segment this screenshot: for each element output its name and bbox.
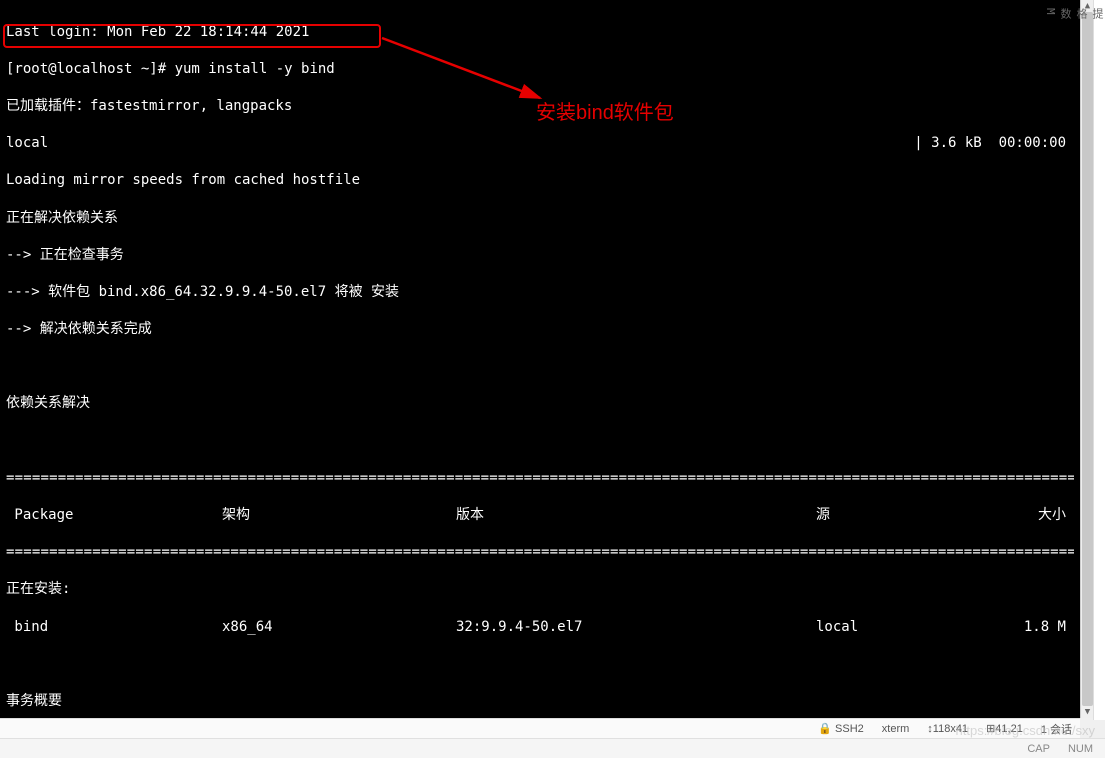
header-package: Package [6, 506, 222, 525]
right-sidebar: 提 格 数 M [1093, 0, 1105, 720]
num-indicator: NUM [1068, 743, 1093, 755]
blank-line [6, 357, 1074, 376]
sidebar-char: M [1044, 0, 1057, 720]
row-arch: x86_64 [222, 618, 456, 637]
dep-resolving-line: 正在解决依赖关系 [6, 209, 1074, 228]
repo-name: local [6, 134, 48, 153]
row-repo: local [816, 618, 1014, 637]
separator: ========================================… [6, 543, 1074, 562]
dep-resolved-line: 依赖关系解决 [6, 394, 1074, 413]
repo-status-line: local| 3.6 kB 00:00:00 [6, 134, 1074, 153]
row-package: bind [6, 618, 222, 637]
status-term: xterm [882, 723, 910, 735]
command-line: [root@localhost ~]# yum install -y bind [6, 60, 1074, 79]
status-pos: ⊞ 41,21 [986, 722, 1023, 735]
status-size: ↕ 118x41 [927, 723, 968, 735]
cap-indicator: CAP [1027, 743, 1050, 755]
terminal-output[interactable]: Last login: Mon Feb 22 18:14:44 2021 [ro… [0, 0, 1080, 720]
table-header: Package架构版本源大小 [6, 506, 1074, 525]
status-sessions: 1 会话 [1041, 721, 1072, 737]
row-version: 32:9.9.4-50.el7 [456, 618, 816, 637]
plugins-line: 已加载插件：fastestmirror, langpacks [6, 97, 1074, 116]
header-arch: 架构 [222, 506, 456, 525]
sidebar-char: 数 [1057, 0, 1073, 720]
last-login-line: Last login: Mon Feb 22 18:14:44 2021 [6, 23, 1074, 42]
status-bar: 🔒SSH2 xterm ↕ 118x41 ⊞ 41,21 1 会话 [0, 718, 1080, 738]
summary-label: 事务概要 [6, 692, 1074, 711]
mirror-line: Loading mirror speeds from cached hostfi… [6, 171, 1074, 190]
bottom-bar: CAP NUM [0, 738, 1105, 758]
header-version: 版本 [456, 506, 816, 525]
blank-line [6, 432, 1074, 451]
separator: ========================================… [6, 469, 1074, 488]
table-row: bindx86_6432:9.9.4-50.el7local1.8 M [6, 618, 1074, 637]
header-repo: 源 [816, 506, 1014, 525]
checking-line: --> 正在检查事务 [6, 246, 1074, 265]
prompt: [root@localhost ~]# [6, 61, 175, 77]
installing-label: 正在安装: [6, 580, 1074, 599]
status-ssh: 🔒SSH2 [818, 722, 863, 735]
yum-command: yum install -y bind [175, 61, 335, 77]
lock-icon: 🔒 [818, 722, 832, 735]
sidebar-char: 格 [1073, 0, 1089, 720]
blank-line [6, 655, 1074, 674]
sidebar-char: 提 [1089, 0, 1105, 720]
pkg-install-line: ---> 软件包 bind.x86_64.32.9.9.4-50.el7 将被 … [6, 283, 1074, 302]
dep-done-line: --> 解决依赖关系完成 [6, 320, 1074, 339]
